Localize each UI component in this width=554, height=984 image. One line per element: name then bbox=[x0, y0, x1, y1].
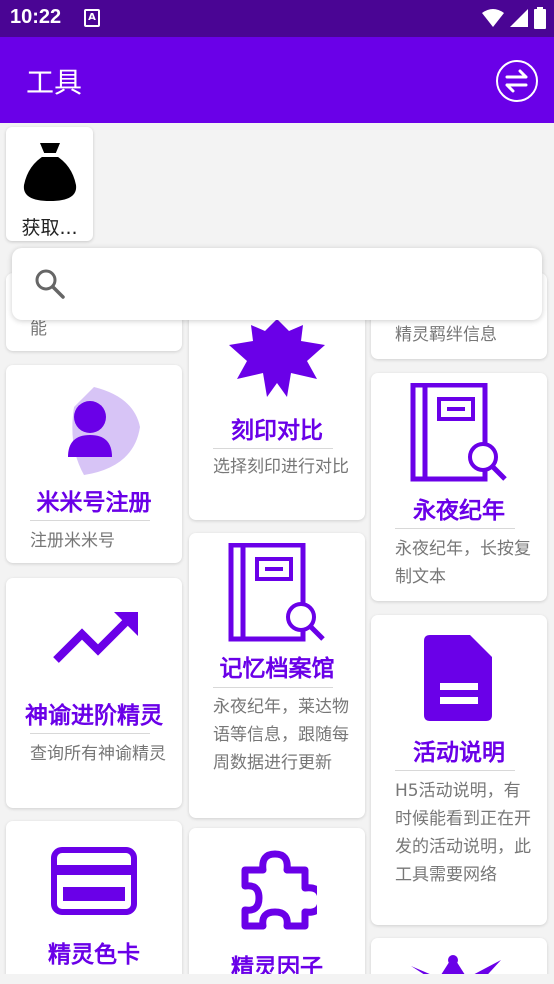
tool-card-oracle-elf[interactable]: 神谕进阶精灵 查询所有神谕精灵 bbox=[6, 578, 182, 808]
wifi-icon bbox=[482, 9, 504, 27]
app-bar: 工具 bbox=[0, 37, 554, 123]
search-input[interactable] bbox=[80, 266, 520, 302]
tool-card-desc: 永夜纪年，莱达物语等信息，跟随每周数据进行更新 bbox=[213, 697, 349, 773]
tool-card-elf-color[interactable]: 精灵色卡 bbox=[6, 821, 182, 984]
divider bbox=[213, 448, 333, 449]
tool-card-desc: 选择刻印进行对比 bbox=[213, 457, 349, 477]
tool-card-title: 活动说明 bbox=[413, 740, 505, 766]
page-title: 工具 bbox=[26, 66, 83, 99]
system-icons bbox=[482, 7, 546, 29]
tool-card-inscription-compare[interactable]: 刻印对比 选择刻印进行对比 bbox=[189, 313, 365, 520]
divider bbox=[395, 770, 515, 771]
tool-card-eternal-night[interactable]: 永夜纪年 永夜纪年，长按复制文本 bbox=[371, 373, 547, 601]
tool-card-desc: H5活动说明，有时候能看到正在开发的活动说明，此工具需要网络 bbox=[395, 781, 531, 885]
document-search-icon bbox=[228, 543, 325, 642]
tool-card-desc: 注册米米号 bbox=[30, 531, 115, 551]
tool-card-title: 记忆档案馆 bbox=[219, 656, 335, 682]
tool-card-title: 刻印对比 bbox=[231, 418, 323, 444]
divider bbox=[30, 520, 150, 521]
tool-card-desc: 永夜纪年，长按复制文本 bbox=[395, 539, 531, 587]
money-bag-icon bbox=[23, 143, 77, 201]
description-icon bbox=[424, 635, 492, 721]
divider bbox=[30, 733, 150, 734]
search-icon bbox=[35, 269, 65, 299]
tool-card-title: 精灵色卡 bbox=[48, 942, 140, 968]
battery-icon bbox=[534, 7, 546, 29]
maple-leaf-icon bbox=[229, 319, 325, 397]
user-avatar-icon bbox=[68, 387, 140, 475]
tool-card-desc: 精灵羁绊信息 bbox=[395, 325, 497, 345]
tool-card-title: 米米号注册 bbox=[36, 490, 152, 516]
bottom-edge bbox=[0, 974, 554, 984]
tool-card-memory-archive[interactable]: 记忆档案馆 永夜纪年，莱达物语等信息，跟随每周数据进行更新 bbox=[189, 533, 365, 818]
document-search-icon bbox=[410, 383, 507, 482]
credit-card-icon bbox=[51, 847, 137, 915]
tool-list: 获取... 能 米米号注册 注册米米号 神谕进阶精灵 查询所有神谕精灵 精灵色卡… bbox=[0, 123, 554, 984]
tool-card-elf-factor[interactable]: 精灵因子 bbox=[189, 828, 365, 984]
swap-button[interactable] bbox=[496, 60, 538, 102]
tool-card-mimi-register[interactable]: 米米号注册 注册米米号 bbox=[6, 365, 182, 563]
tool-card-title: 神谕进阶精灵 bbox=[25, 703, 163, 729]
status-bar: 10:22 A bbox=[0, 0, 554, 37]
tool-card-get-label: 获取... bbox=[21, 217, 78, 239]
search-bar[interactable] bbox=[12, 248, 542, 320]
tool-card-title: 永夜纪年 bbox=[413, 498, 505, 524]
signal-icon bbox=[510, 9, 528, 27]
trending-up-icon bbox=[53, 612, 138, 663]
tool-card-get[interactable]: 获取... bbox=[6, 127, 93, 241]
clock: 10:22 bbox=[10, 6, 62, 28]
notification-icon: A bbox=[84, 9, 100, 27]
divider bbox=[213, 687, 333, 688]
swap-icon bbox=[505, 69, 528, 93]
divider bbox=[395, 528, 515, 529]
tool-card-event-info[interactable]: 活动说明 H5活动说明，有时候能看到正在开发的活动说明，此工具需要网络 bbox=[371, 615, 547, 925]
puzzle-piece-icon bbox=[241, 850, 317, 930]
tool-card-desc: 查询所有神谕精灵 bbox=[30, 744, 166, 764]
